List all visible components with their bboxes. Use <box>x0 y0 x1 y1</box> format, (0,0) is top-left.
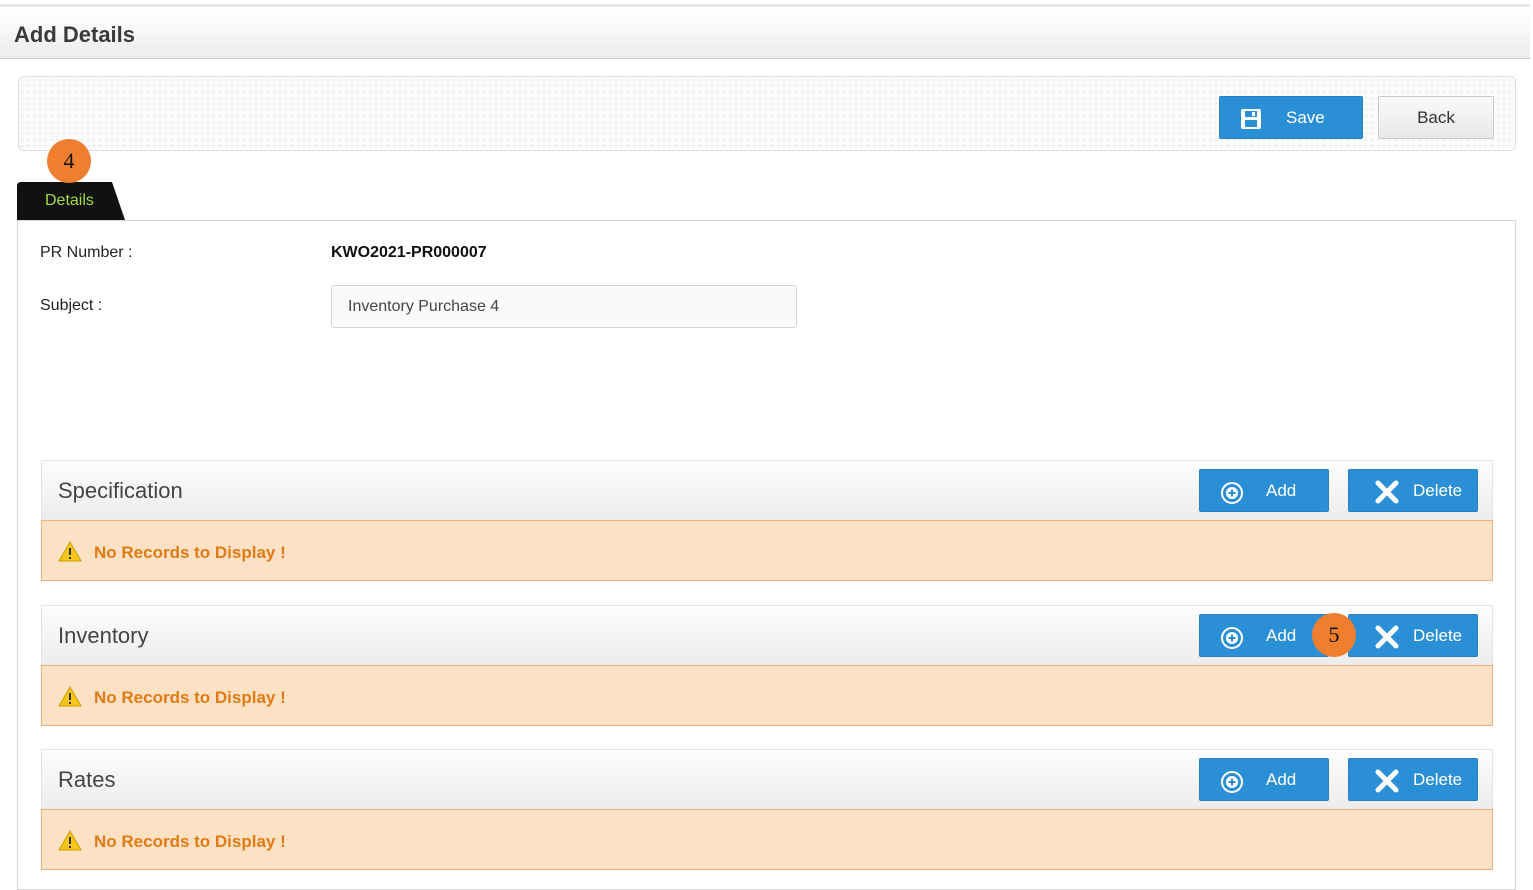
save-button[interactable]: Save <box>1219 96 1363 139</box>
delete-button-label: Delete <box>1413 481 1463 500</box>
specification-add-button[interactable]: Add <box>1199 469 1329 512</box>
step-marker-4: 4 <box>47 139 91 183</box>
back-button[interactable]: Back <box>1378 96 1494 139</box>
floppy-disk-icon <box>1240 108 1262 135</box>
tab-details[interactable]: Details <box>17 182 125 220</box>
rates-header: Rates Add Delete <box>41 749 1493 809</box>
rates-delete-button[interactable]: Delete <box>1348 758 1478 801</box>
inventory-header: Inventory Add Delete <box>41 605 1493 665</box>
empty-message: No Records to Display ! <box>94 832 286 851</box>
add-button-label: Add <box>1266 626 1297 645</box>
specification-delete-button[interactable]: Delete <box>1348 469 1478 512</box>
x-icon <box>1375 480 1399 509</box>
subject-input[interactable] <box>331 285 797 328</box>
inventory-title: Inventory <box>58 623 149 648</box>
save-button-label: Save <box>1286 108 1325 127</box>
plus-circle-icon <box>1220 626 1244 655</box>
specification-title: Specification <box>58 478 183 503</box>
rates-section: Rates Add Delete No Records to Display ! <box>41 749 1493 870</box>
rates-empty-alert: No Records to Display ! <box>41 809 1493 870</box>
warning-triangle-icon <box>58 830 82 856</box>
page-header: Add Details <box>0 10 1530 59</box>
empty-message: No Records to Display ! <box>94 688 286 707</box>
details-panel: PR Number : KWO2021-PR000007 Subject : S… <box>17 220 1516 890</box>
specification-empty-alert: No Records to Display ! <box>41 520 1493 581</box>
rates-title: Rates <box>58 767 116 792</box>
x-icon <box>1375 769 1399 798</box>
page-title: Add Details <box>14 22 136 47</box>
empty-message: No Records to Display ! <box>94 543 286 562</box>
delete-button-label: Delete <box>1413 626 1463 645</box>
inventory-section: Inventory Add Delete No Records to Displ… <box>41 605 1493 726</box>
warning-triangle-icon <box>58 686 82 712</box>
back-button-label: Back <box>1417 107 1455 127</box>
delete-button-label: Delete <box>1413 770 1463 789</box>
specification-header: Specification Add Delete <box>41 460 1493 520</box>
step-marker-5: 5 <box>1312 613 1356 657</box>
inventory-add-button[interactable]: Add <box>1199 614 1329 657</box>
top-divider <box>0 4 1530 7</box>
action-toolbar: Save Back <box>18 76 1516 151</box>
pr-number-label: PR Number : <box>40 244 133 261</box>
warning-triangle-icon <box>58 541 82 567</box>
plus-circle-icon <box>1220 481 1244 510</box>
tab-details-label: Details <box>45 192 94 209</box>
pr-number-value: KWO2021-PR000007 <box>331 244 487 261</box>
add-button-label: Add <box>1266 481 1297 500</box>
specification-section: Specification Add Delete No Records to D… <box>41 460 1493 581</box>
plus-circle-icon <box>1220 770 1244 799</box>
rates-add-button[interactable]: Add <box>1199 758 1329 801</box>
add-button-label: Add <box>1266 770 1297 789</box>
x-icon <box>1375 625 1399 654</box>
subject-label: Subject : <box>40 297 103 314</box>
inventory-empty-alert: No Records to Display ! <box>41 665 1493 726</box>
inventory-delete-button[interactable]: Delete <box>1348 614 1478 657</box>
